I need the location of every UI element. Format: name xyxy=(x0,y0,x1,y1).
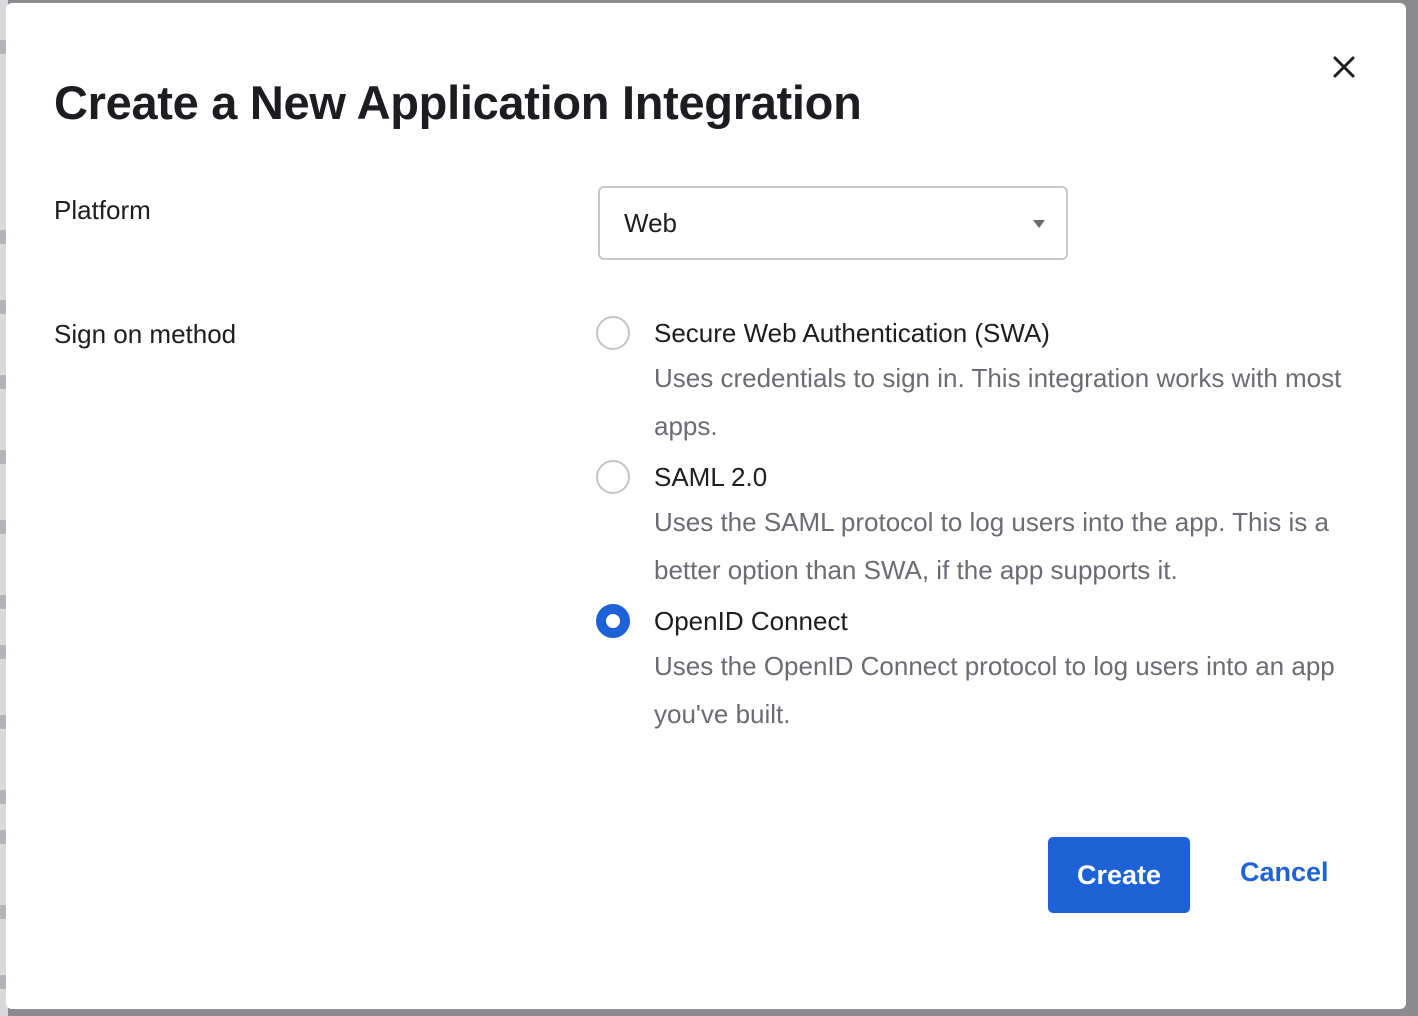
option-oidc-title[interactable]: OpenID Connect xyxy=(654,604,848,638)
radio-saml[interactable] xyxy=(596,460,630,494)
close-icon xyxy=(1333,56,1355,78)
option-swa-description: Uses credentials to sign in. This integr… xyxy=(654,363,1342,441)
radio-swa[interactable] xyxy=(596,316,630,350)
cancel-link[interactable]: Cancel xyxy=(1240,857,1329,888)
caret-down-icon xyxy=(1033,220,1045,228)
create-button[interactable]: Create xyxy=(1048,837,1190,913)
sign-on-method-label: Sign on method xyxy=(54,319,237,349)
option-saml-description: Uses the SAML protocol to log users into… xyxy=(654,507,1329,585)
platform-select[interactable]: Web xyxy=(598,186,1068,260)
platform-select-value: Web xyxy=(624,207,677,238)
create-app-integration-dialog: Create a New Application Integration Pla… xyxy=(6,3,1406,1009)
option-saml-title[interactable]: SAML 2.0 xyxy=(654,460,767,494)
radio-oidc[interactable] xyxy=(596,604,630,638)
option-swa-title[interactable]: Secure Web Authentication (SWA) xyxy=(654,316,1050,350)
option-oidc-description: Uses the OpenID Connect protocol to log … xyxy=(654,651,1335,729)
platform-label: Platform xyxy=(54,195,151,225)
close-button[interactable] xyxy=(1326,49,1362,85)
dialog-title: Create a New Application Integration xyxy=(54,76,862,129)
